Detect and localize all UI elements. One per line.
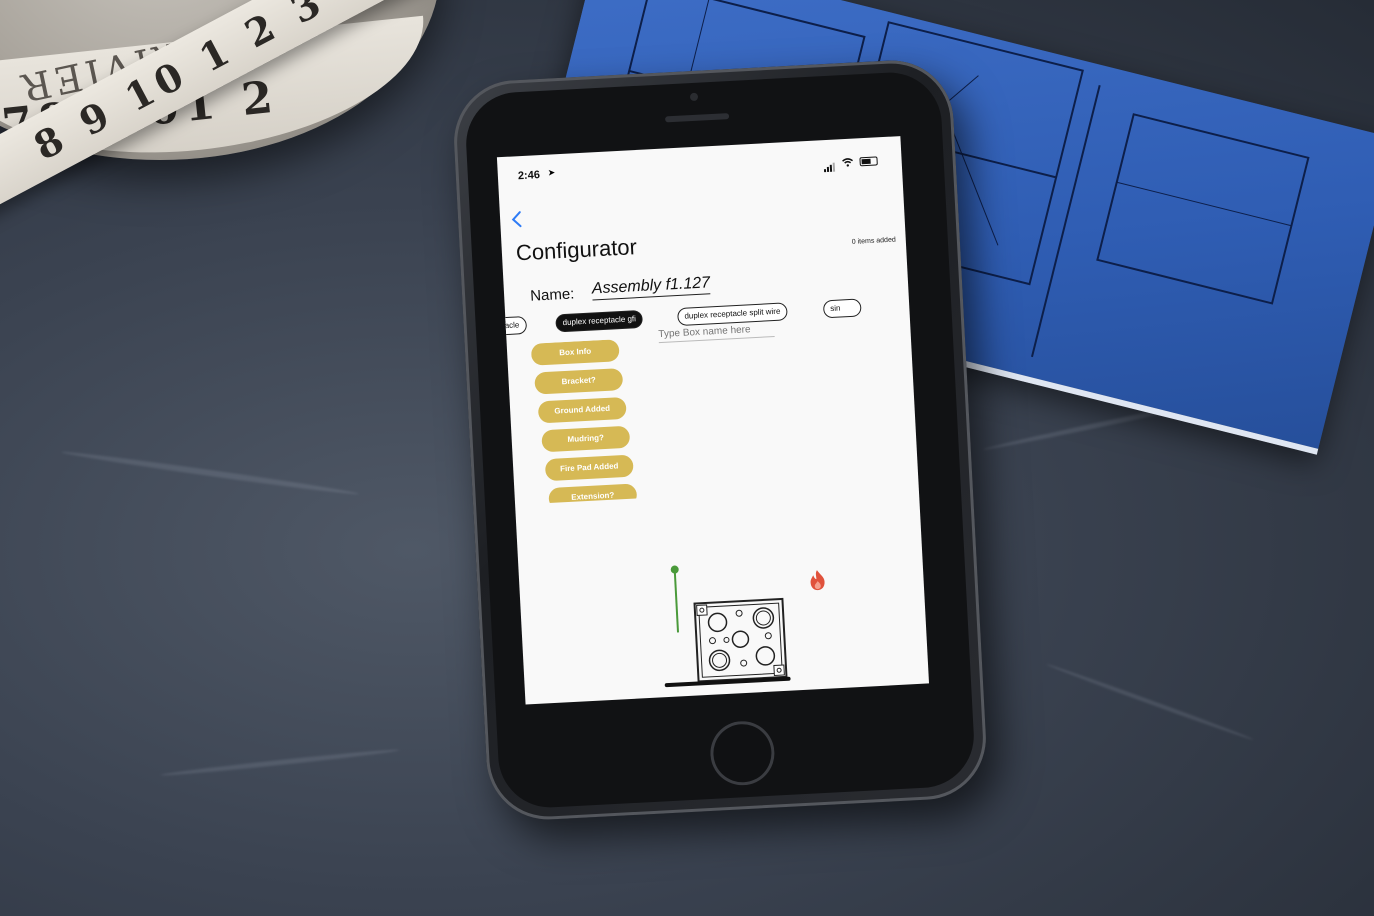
mudring-button[interactable]: Mudring? xyxy=(541,425,631,453)
status-time: 2:46 xyxy=(517,169,541,183)
assembly-name-field[interactable]: Assembly f1.127 xyxy=(591,274,711,301)
signal-icon xyxy=(823,154,836,173)
phone-bezel: 2:46 ➤ Configurator 0 items added Name: … xyxy=(463,70,977,810)
back-button[interactable] xyxy=(510,210,523,233)
chevron-left-icon xyxy=(511,211,522,228)
fire-icon xyxy=(810,570,825,591)
location-arrow-icon: ➤ xyxy=(547,167,556,178)
chip-duplex-receptacle-gfi[interactable]: duplex receptacle gfi xyxy=(555,309,644,333)
wifi-icon xyxy=(842,157,853,167)
page-title: Configurator xyxy=(515,234,638,266)
battery-icon xyxy=(859,155,878,166)
photo-scene: RIVIER 789101 2 8 9 10 1 2 3 4 5 2:46 ➤ xyxy=(0,0,1374,916)
electrical-box-icon xyxy=(693,597,788,683)
assembly-name-label: Name: xyxy=(529,285,575,305)
chip-receptacle[interactable]: acle xyxy=(497,315,527,336)
fire-pad-added-button[interactable]: Fire Pad Added xyxy=(544,454,634,482)
phone-device: 2:46 ➤ Configurator 0 items added Name: … xyxy=(450,57,990,823)
front-camera xyxy=(689,92,699,102)
items-count: 0 items added xyxy=(851,236,896,246)
bracket-button[interactable]: Bracket? xyxy=(534,368,624,395)
ground-added-button[interactable]: Ground Added xyxy=(537,396,627,424)
chip-single[interactable]: sin xyxy=(822,298,862,319)
earpiece xyxy=(664,113,730,123)
slate-texture xyxy=(61,449,359,497)
status-bar: 2:46 ➤ xyxy=(497,136,902,191)
status-icons xyxy=(823,151,878,173)
slate-texture xyxy=(1045,662,1255,742)
ground-wire-icon xyxy=(670,565,680,633)
app-screen: 2:46 ➤ Configurator 0 items added Name: … xyxy=(496,136,930,705)
box-info-button[interactable]: Box Info xyxy=(530,339,620,366)
home-button[interactable] xyxy=(708,719,777,787)
extension-button[interactable]: Extension? xyxy=(548,483,638,504)
box-options-list: Box Info Bracket? Ground Added Mudring? … xyxy=(530,338,649,504)
slate-texture xyxy=(160,747,400,778)
